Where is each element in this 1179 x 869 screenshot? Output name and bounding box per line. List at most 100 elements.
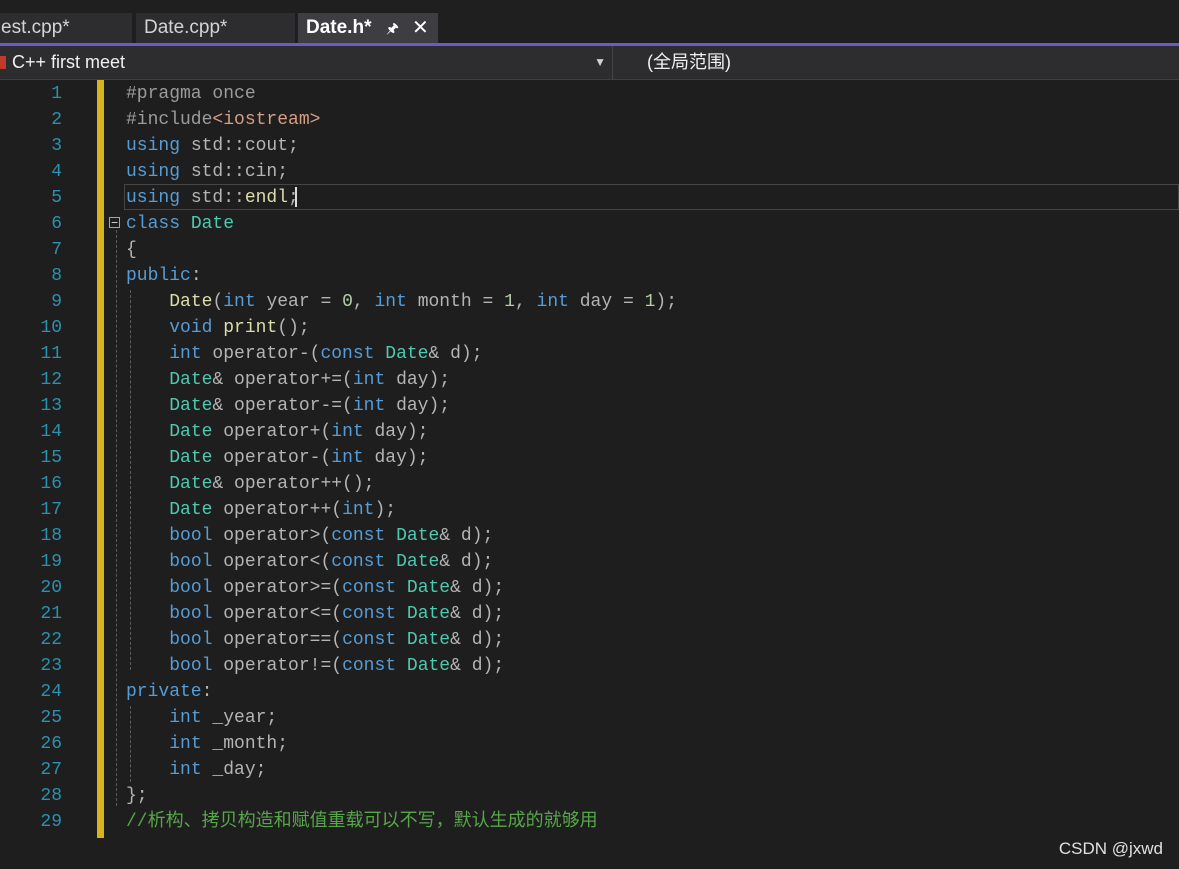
code-token: month = <box>406 292 505 312</box>
line-number: 6 <box>51 214 62 234</box>
code-token: Date <box>406 630 451 650</box>
line-number: 29 <box>40 812 62 832</box>
code-line: private: <box>126 679 212 705</box>
code-token: , <box>352 292 375 312</box>
code-line: class Date <box>126 211 234 237</box>
code-token: { <box>126 240 137 260</box>
document-tab-bar: est.cpp* Date.cpp* Date.h* 🖈 ✕ <box>0 0 1179 46</box>
project-dropdown[interactable]: C++ first meet ▼ <box>0 46 613 79</box>
navigation-bar: C++ first meet ▼ (全局范围) <box>0 46 1179 80</box>
code-token: const <box>320 344 375 364</box>
code-token: const <box>331 526 386 546</box>
chevron-down-icon[interactable]: ▼ <box>594 46 606 79</box>
code-token: operator-( <box>201 344 321 364</box>
code-line: public: <box>126 263 202 289</box>
code-line: Date& operator+=(int day); <box>126 367 450 393</box>
code-line: //析构、拷贝构造和赋值重载可以不写，默认生成的就够用 <box>126 809 598 835</box>
code-line: { <box>126 237 137 263</box>
code-token: Date <box>406 604 451 624</box>
code-token: int <box>331 422 364 442</box>
line-number: 15 <box>40 448 62 468</box>
code-line: void print(); <box>126 315 310 341</box>
line-number: 17 <box>40 500 62 520</box>
code-token: int <box>331 448 364 468</box>
code-line: #pragma once <box>126 81 256 107</box>
tab-label: Date.cpp* <box>144 17 228 38</box>
code-token: int <box>223 292 256 312</box>
code-token: const <box>342 578 397 598</box>
tab-test-cpp[interactable]: est.cpp* <box>0 13 132 43</box>
code-token: int <box>352 370 386 390</box>
code-token: bool <box>169 552 213 572</box>
code-editor[interactable]: − 1 2 3 4 5 6 7 8 9 10 11 12 13 14 15 16 17 18 19 20 21 22 23 2… <box>0 80 1179 869</box>
code-token: Date <box>385 344 429 364</box>
code-token: & operator+=( <box>212 370 353 390</box>
close-icon[interactable]: ✕ <box>412 13 429 43</box>
code-line: bool operator>(const Date& d); <box>126 523 493 549</box>
pin-icon[interactable]: 🖈 <box>386 13 399 43</box>
code-token: void <box>169 318 213 338</box>
line-number: 20 <box>40 578 62 598</box>
code-token: (); <box>277 318 310 338</box>
scope-label: (全局范围) <box>647 52 731 72</box>
line-number: 26 <box>40 734 62 754</box>
code-token: Date <box>169 396 213 416</box>
code-token: & d); <box>439 526 494 546</box>
code-line: Date& operator-=(int day); <box>126 393 450 419</box>
code-token: Date <box>169 474 213 494</box>
code-token: operator!=( <box>212 656 343 676</box>
code-line: #include<iostream> <box>126 107 320 133</box>
code-token: & d); <box>439 552 494 572</box>
code-token: & operator-=( <box>212 396 353 416</box>
code-token: _year; <box>201 708 278 728</box>
code-line: Date operator++(int); <box>126 497 396 523</box>
code-token: bool <box>169 604 213 624</box>
code-token: operator<=( <box>212 604 343 624</box>
tab-date-cpp[interactable]: Date.cpp* <box>136 13 295 43</box>
collapse-icon[interactable]: − <box>109 217 120 228</box>
code-token: public <box>126 266 191 286</box>
code-token: _day; <box>201 760 267 780</box>
code-token: : <box>190 266 202 286</box>
code-line: bool operator>=(const Date& d); <box>126 575 504 601</box>
code-token: & d); <box>428 344 483 364</box>
code-token: std:: <box>180 188 245 208</box>
line-number: 4 <box>51 162 62 182</box>
code-token: day); <box>385 370 451 390</box>
code-line: }; <box>126 783 148 809</box>
code-token: }; <box>126 786 148 806</box>
code-line: Date(int year = 0, int month = 1, int da… <box>126 289 677 315</box>
scope-dropdown[interactable]: (全局范围) <box>614 46 1179 79</box>
code-token: const <box>342 604 397 624</box>
tab-label: Date.h* <box>306 17 372 38</box>
project-icon <box>0 56 6 69</box>
code-token: class <box>126 214 181 234</box>
code-token: Date <box>169 370 213 390</box>
code-token: 0 <box>342 292 353 312</box>
code-token: #pragma once <box>126 84 256 104</box>
code-token: Date <box>169 292 213 312</box>
code-token: int <box>169 734 202 754</box>
code-token: _month; <box>201 734 289 754</box>
line-number: 9 <box>51 292 62 312</box>
line-number: 19 <box>40 552 62 572</box>
code-line: int _day; <box>126 757 266 783</box>
tab-label: est.cpp* <box>1 17 70 38</box>
code-token: endl <box>244 188 289 208</box>
code-token: <iostream> <box>212 110 321 130</box>
line-number: 2 <box>51 110 62 130</box>
tab-date-h[interactable]: Date.h* 🖈 ✕ <box>298 13 438 43</box>
code-token: int <box>536 292 569 312</box>
code-token: const <box>331 552 386 572</box>
code-token: ); <box>374 500 397 520</box>
code-token: int <box>352 396 386 416</box>
code-token: day); <box>363 448 429 468</box>
line-number: 24 <box>40 682 62 702</box>
